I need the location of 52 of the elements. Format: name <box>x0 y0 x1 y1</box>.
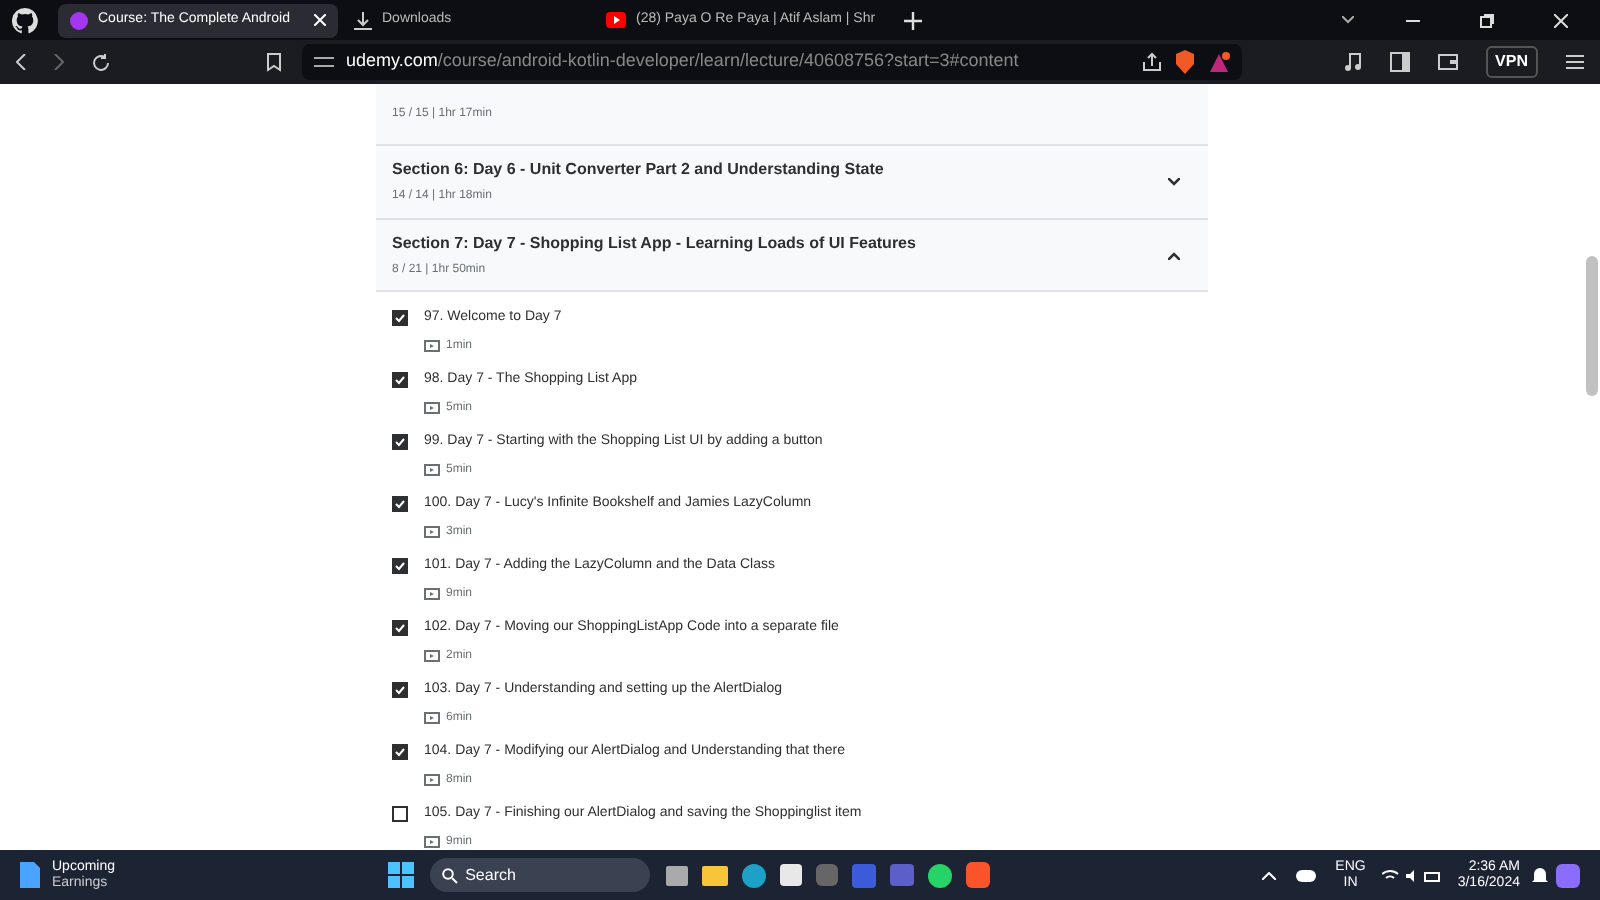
start-icon[interactable] <box>387 862 414 888</box>
triangle-rewards-icon <box>1208 51 1230 73</box>
video-icon <box>424 339 440 353</box>
github-icon[interactable] <box>12 7 38 33</box>
wifi-volume-battery-icon[interactable] <box>1381 867 1442 883</box>
lion-shield-icon <box>1174 50 1196 74</box>
vpn-button[interactable]: VPN <box>1485 46 1538 78</box>
play-icon <box>606 12 626 28</box>
checkbox[interactable] <box>392 620 408 636</box>
section-title: Section 7: Day 7 - Shopping List App - Learning Loads of UI Features <box>392 231 918 255</box>
scrollbar[interactable] <box>1586 256 1598 396</box>
sidebar-icon[interactable] <box>1389 52 1410 72</box>
new-tab-button[interactable] <box>903 11 922 29</box>
checkbox[interactable] <box>392 310 408 326</box>
video-icon <box>424 401 440 415</box>
video-icon <box>424 649 440 663</box>
checkbox[interactable] <box>392 372 408 388</box>
video-icon <box>424 463 440 477</box>
checkbox[interactable] <box>392 558 408 574</box>
checkbox[interactable] <box>392 682 408 698</box>
forward-button[interactable] <box>54 54 64 70</box>
checkbox[interactable] <box>392 806 408 822</box>
video-icon <box>424 835 440 849</box>
video-icon <box>424 711 440 725</box>
video-icon <box>424 587 440 601</box>
chevron-down-icon[interactable] <box>1342 16 1354 24</box>
close-button[interactable] <box>1554 13 1568 27</box>
url-text: udemy.com/course/android-kotlin-developer/learn/lecture/40608756?start=3#content <box>346 48 1019 75</box>
menu-icon[interactable] <box>1566 54 1584 70</box>
reload-button[interactable] <box>92 53 110 71</box>
maximize-button[interactable] <box>1480 13 1494 27</box>
address-bar[interactable]: udemy.com/course/android-kotlin-developer/learn/lecture/40608756?start=3#content <box>302 44 1242 80</box>
bell-icon[interactable] <box>1532 866 1548 884</box>
search-box[interactable]: Search <box>429 858 650 892</box>
back-button[interactable] <box>16 54 26 70</box>
bookmark-icon[interactable] <box>266 52 282 72</box>
checkbox[interactable] <box>392 496 408 512</box>
widget-icon <box>20 862 40 888</box>
checkbox[interactable] <box>392 744 408 760</box>
video-icon <box>424 525 440 539</box>
share-icon <box>1142 52 1162 72</box>
minimize-button[interactable] <box>1406 19 1420 21</box>
chevron-up-icon[interactable] <box>1261 871 1276 879</box>
music-icon[interactable] <box>1343 52 1362 72</box>
download-icon <box>354 11 372 29</box>
close-tab-icon[interactable] <box>314 14 326 26</box>
section-title: Section 6: Day 6 - Unit Converter Part 2 and Understanding State <box>392 158 886 182</box>
wallet-icon[interactable] <box>1437 52 1458 72</box>
checkbox[interactable] <box>392 434 408 450</box>
site-settings-icon <box>314 54 334 70</box>
search-icon <box>441 867 458 883</box>
video-icon <box>424 773 440 787</box>
